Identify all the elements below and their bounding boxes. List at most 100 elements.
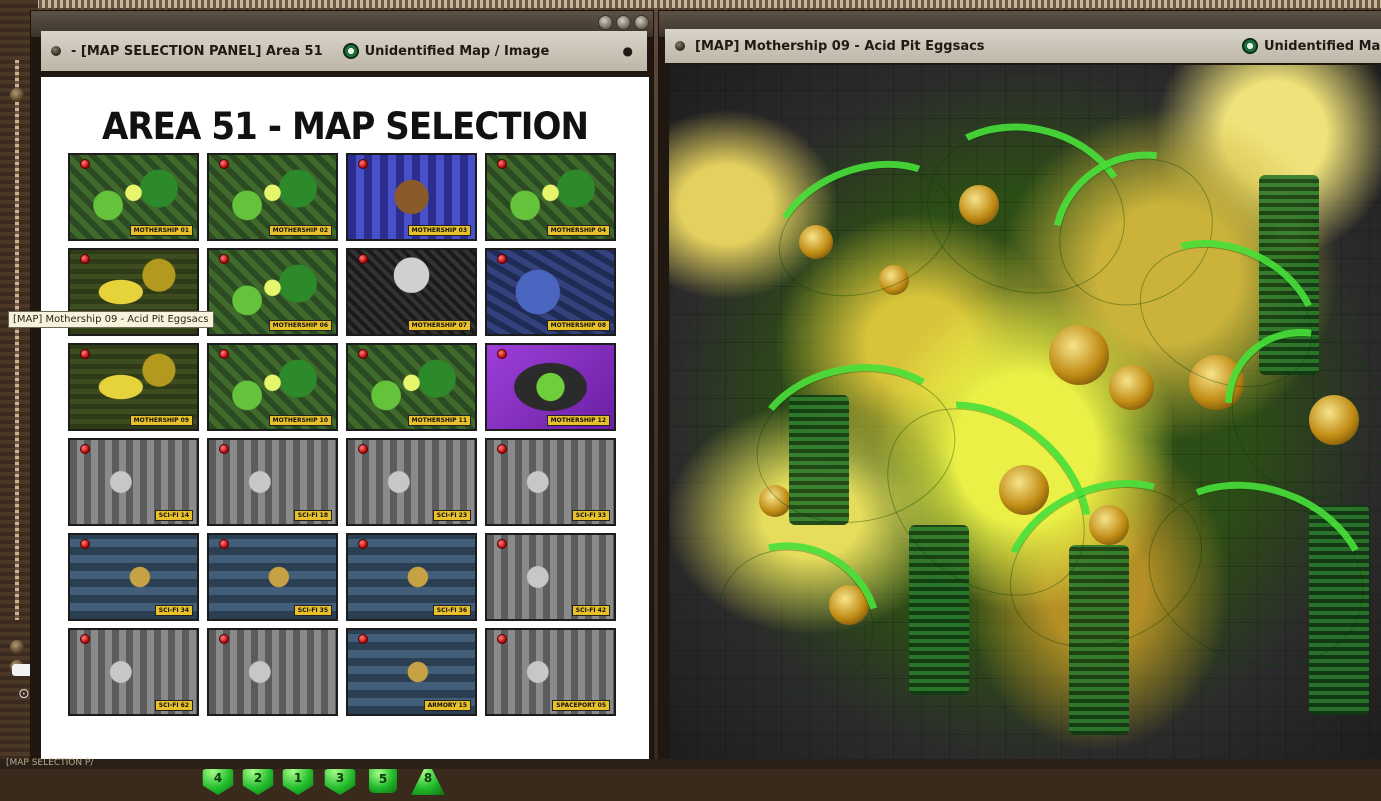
window-menu-icon[interactable] [51, 46, 61, 56]
thumbnail-label: MOTHERSHIP 04 [546, 225, 610, 236]
thumbnail-label: SCI-FI 23 [432, 510, 471, 521]
pin-icon [497, 159, 507, 169]
knob-icon [10, 640, 24, 654]
pin-icon [80, 444, 90, 454]
pin-icon [219, 444, 229, 454]
map-window: [MAP] Mothership 09 - Acid Pit Eggsacs U… [658, 10, 1381, 764]
identification-label: Unidentified Map [1264, 38, 1381, 54]
map-thumbnail[interactable]: MOTHERSHIP 09 [68, 343, 199, 431]
map-thumbnail[interactable]: SCI-FI 62 [68, 628, 199, 716]
thumbnail-label: SPACEPORT 05 [552, 700, 610, 711]
pin-icon [80, 634, 90, 644]
window-title: - [MAP SELECTION PANEL] Area 51 [71, 43, 323, 59]
thumbnail-label: SCI-FI 42 [571, 605, 610, 616]
pin-icon [358, 349, 368, 359]
map-image[interactable] [669, 65, 1381, 763]
pin-icon [219, 349, 229, 359]
map-thumbnail[interactable]: SCI-FI 18 [207, 438, 338, 526]
thumbnail-label: MOTHERSHIP 03 [407, 225, 471, 236]
map-thumbnail[interactable]: SCI-FI 33 [485, 438, 616, 526]
minimized-window-tab[interactable]: [MAP SELECTION P/ [6, 758, 93, 768]
pin-icon [497, 254, 507, 264]
map-thumbnail[interactable]: SCI-FI 35 [207, 533, 338, 621]
maximize-icon[interactable] [616, 15, 631, 30]
pin-icon [358, 254, 368, 264]
lock-icon[interactable]: ● [623, 44, 633, 58]
map-thumbnail[interactable]: MOTHERSHIP 01 [68, 153, 199, 241]
thumbnail-label: SCI-FI 36 [432, 605, 471, 616]
pin-icon [219, 254, 229, 264]
map-thumbnail[interactable]: MOTHERSHIP 10 [207, 343, 338, 431]
thumbnail-label: SCI-FI 35 [293, 605, 332, 616]
thumbnail-label: MOTHERSHIP 02 [268, 225, 332, 236]
pin-icon [80, 349, 90, 359]
pin-icon [219, 634, 229, 644]
close-icon[interactable] [634, 15, 649, 30]
window-title: [MAP] Mothership 09 - Acid Pit Eggsacs [695, 38, 985, 54]
pin-icon [358, 159, 368, 169]
pin-icon [358, 539, 368, 549]
pin-icon [80, 159, 90, 169]
map-thumbnail[interactable]: MOTHERSHIP 07 [346, 248, 477, 336]
bottom-bar: [MAP SELECTION P/ [0, 758, 1381, 769]
thumbnail-label: SCI-FI 33 [571, 510, 610, 521]
thumbnail-label: MOTHERSHIP 08 [546, 320, 610, 331]
map-thumbnail[interactable]: SCI-FI 23 [346, 438, 477, 526]
map-thumbnail[interactable]: SPACEPORT 05 [485, 628, 616, 716]
map-thumbnail[interactable] [207, 628, 338, 716]
thumbnail-label: SCI-FI 14 [154, 510, 193, 521]
map-thumbnail[interactable]: SCI-FI 36 [346, 533, 477, 621]
map-thumbnail[interactable]: MOTHERSHIP 11 [346, 343, 477, 431]
egg-sac [1049, 325, 1109, 385]
egg-sac [1109, 365, 1154, 410]
window-title-bar[interactable]: - [MAP SELECTION PANEL] Area 51 Unidenti… [41, 31, 647, 71]
knob-icon [10, 88, 24, 102]
tentacle [682, 511, 910, 733]
thumbnail-label: MOTHERSHIP 10 [268, 415, 332, 426]
map-thumbnail[interactable]: SCI-FI 34 [68, 533, 199, 621]
thumbnail-label: ARMORY 15 [423, 700, 471, 711]
thumbnail-label: SCI-FI 62 [154, 700, 193, 711]
tooltip: [MAP] Mothership 09 - Acid Pit Eggsacs [8, 311, 214, 328]
map-thumbnail[interactable]: SCI-FI 14 [68, 438, 199, 526]
pin-icon [219, 159, 229, 169]
pin-icon [497, 539, 507, 549]
minimize-icon[interactable] [598, 15, 613, 30]
map-thumbnail[interactable]: MOTHERSHIP 08 [485, 248, 616, 336]
identify-icon[interactable] [1242, 38, 1258, 54]
thumbnail-label: SCI-FI 18 [293, 510, 332, 521]
thumbnail-label: MOTHERSHIP 09 [129, 415, 193, 426]
pin-icon [358, 634, 368, 644]
panel-content: AREA 51 - MAP SELECTION MOTHERSHIP 01 MOT… [41, 77, 649, 795]
pin-icon [219, 539, 229, 549]
identify-icon[interactable] [342, 43, 359, 59]
pin-icon [497, 444, 507, 454]
settings-icon[interactable]: ⊙ [18, 686, 30, 702]
map-thumbnail-grid: MOTHERSHIP 01 MOTHERSHIP 02 MOTHERSHIP 03 M… [68, 153, 622, 722]
page-title: AREA 51 - MAP SELECTION [101, 105, 589, 148]
pin-icon [497, 349, 507, 359]
map-selection-panel-window: - [MAP SELECTION PANEL] Area 51 Unidenti… [30, 10, 654, 795]
map-thumbnail[interactable]: MOTHERSHIP 02 [207, 153, 338, 241]
map-thumbnail[interactable]: ARMORY 15 [346, 628, 477, 716]
pin-icon [358, 444, 368, 454]
pin-icon [80, 539, 90, 549]
thumbnail-label: MOTHERSHIP 07 [407, 320, 471, 331]
identification-label: Unidentified Map / Image [364, 43, 550, 59]
window-menu-icon[interactable] [675, 41, 685, 51]
die-icon[interactable]: 5 [369, 765, 397, 793]
pin-icon [497, 634, 507, 644]
rope-decoration [15, 60, 19, 620]
window-title-bar[interactable]: [MAP] Mothership 09 - Acid Pit Eggsacs U… [665, 29, 1381, 63]
thumbnail-label: MOTHERSHIP 06 [268, 320, 332, 331]
map-thumbnail[interactable]: MOTHERSHIP 03 [346, 153, 477, 241]
pin-icon [80, 254, 90, 264]
map-thumbnail[interactable]: MOTHERSHIP 04 [485, 153, 616, 241]
map-thumbnail[interactable]: MOTHERSHIP 12 [485, 343, 616, 431]
thumbnail-label: MOTHERSHIP 01 [129, 225, 193, 236]
map-thumbnail[interactable]: MOTHERSHIP 06 [207, 248, 338, 336]
thumbnail-label: SCI-FI 34 [154, 605, 193, 616]
thumbnail-label: MOTHERSHIP 12 [546, 415, 610, 426]
map-thumbnail[interactable]: SCI-FI 42 [485, 533, 616, 621]
thumbnail-label: MOTHERSHIP 11 [407, 415, 471, 426]
